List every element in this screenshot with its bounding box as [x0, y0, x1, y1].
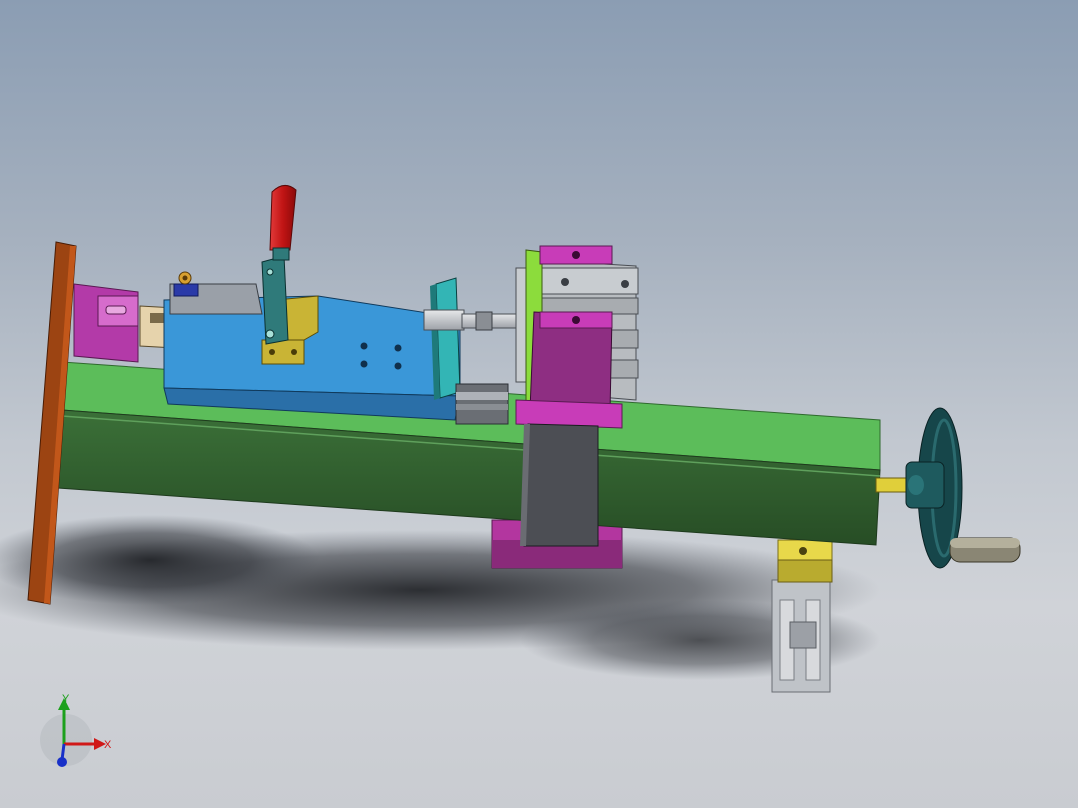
- handwheel[interactable]: [905, 407, 1021, 569]
- cad-viewport[interactable]: Y X: [0, 0, 1078, 808]
- vertical-support-post[interactable]: [520, 423, 599, 547]
- linear-guide[interactable]: [455, 383, 509, 425]
- y-axis-label: Y: [62, 693, 70, 705]
- clamp-handle[interactable]: [269, 185, 297, 261]
- x-axis-label: X: [104, 739, 112, 751]
- left-magenta-block[interactable]: [73, 283, 139, 363]
- cad-model-scene[interactable]: Y X: [0, 0, 1078, 808]
- floor-shadow: [0, 515, 880, 680]
- locating-plate[interactable]: [430, 277, 461, 400]
- push-shaft[interactable]: [423, 309, 523, 331]
- orientation-triad[interactable]: Y X: [40, 693, 112, 767]
- aluminium-profile-leg[interactable]: [771, 539, 833, 693]
